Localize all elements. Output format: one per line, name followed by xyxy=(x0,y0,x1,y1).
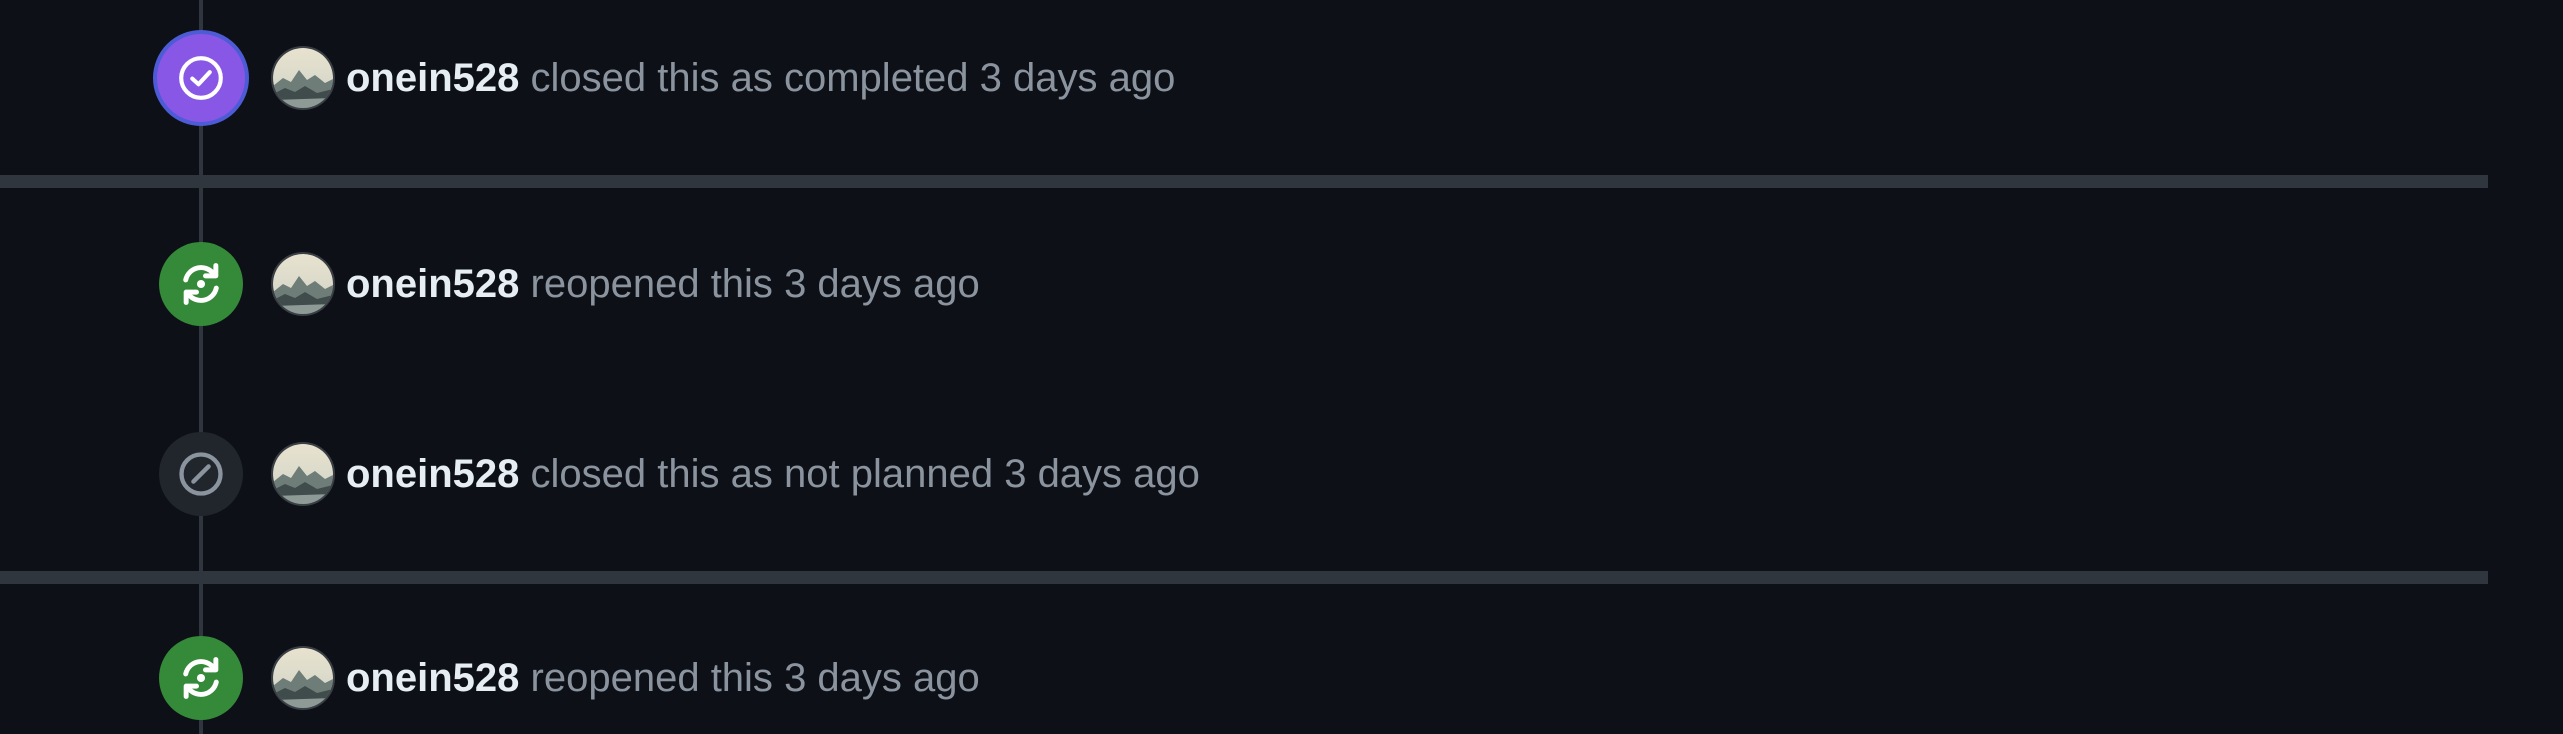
event-text: onein528 closed this as not planned 3 da… xyxy=(346,450,1200,498)
event-action: reopened this xyxy=(530,656,773,700)
avatar[interactable] xyxy=(271,442,335,506)
timeline-event-reopened: onein528 reopened this 3 days ago xyxy=(0,633,2488,723)
check-circle-icon xyxy=(179,56,223,100)
avatar[interactable] xyxy=(271,252,335,316)
reopened-badge xyxy=(159,636,243,720)
author-link[interactable]: onein528 xyxy=(346,656,519,700)
event-text: onein528 reopened this 3 days ago xyxy=(346,260,980,308)
event-time[interactable]: 3 days ago xyxy=(784,656,980,700)
timeline-separator xyxy=(0,571,2488,584)
event-action: closed this as not planned xyxy=(530,452,994,496)
author-link[interactable]: onein528 xyxy=(346,262,519,306)
event-time[interactable]: 3 days ago xyxy=(980,56,1176,100)
timeline-separator xyxy=(0,175,2488,188)
timeline-event-closed-not-planned: onein528 closed this as not planned 3 da… xyxy=(0,429,2488,519)
sync-icon xyxy=(183,657,219,699)
avatar[interactable] xyxy=(271,646,335,710)
event-time[interactable]: 3 days ago xyxy=(784,262,980,306)
event-text: onein528 closed this as completed 3 days… xyxy=(346,54,1175,102)
sync-icon xyxy=(183,263,219,305)
event-action: reopened this xyxy=(530,262,773,306)
event-time[interactable]: 3 days ago xyxy=(1004,452,1200,496)
skip-icon xyxy=(179,452,223,496)
author-link[interactable]: onein528 xyxy=(346,56,519,100)
timeline-event-closed-completed: onein528 closed this as completed 3 days… xyxy=(0,30,2488,126)
author-link[interactable]: onein528 xyxy=(346,452,519,496)
closed-not-planned-badge xyxy=(159,432,243,516)
event-action: closed this as completed xyxy=(530,56,969,100)
reopened-badge xyxy=(159,242,243,326)
event-text: onein528 reopened this 3 days ago xyxy=(346,654,980,702)
avatar[interactable] xyxy=(271,46,335,110)
closed-completed-badge xyxy=(153,30,249,126)
timeline-event-reopened: onein528 reopened this 3 days ago xyxy=(0,239,2488,329)
